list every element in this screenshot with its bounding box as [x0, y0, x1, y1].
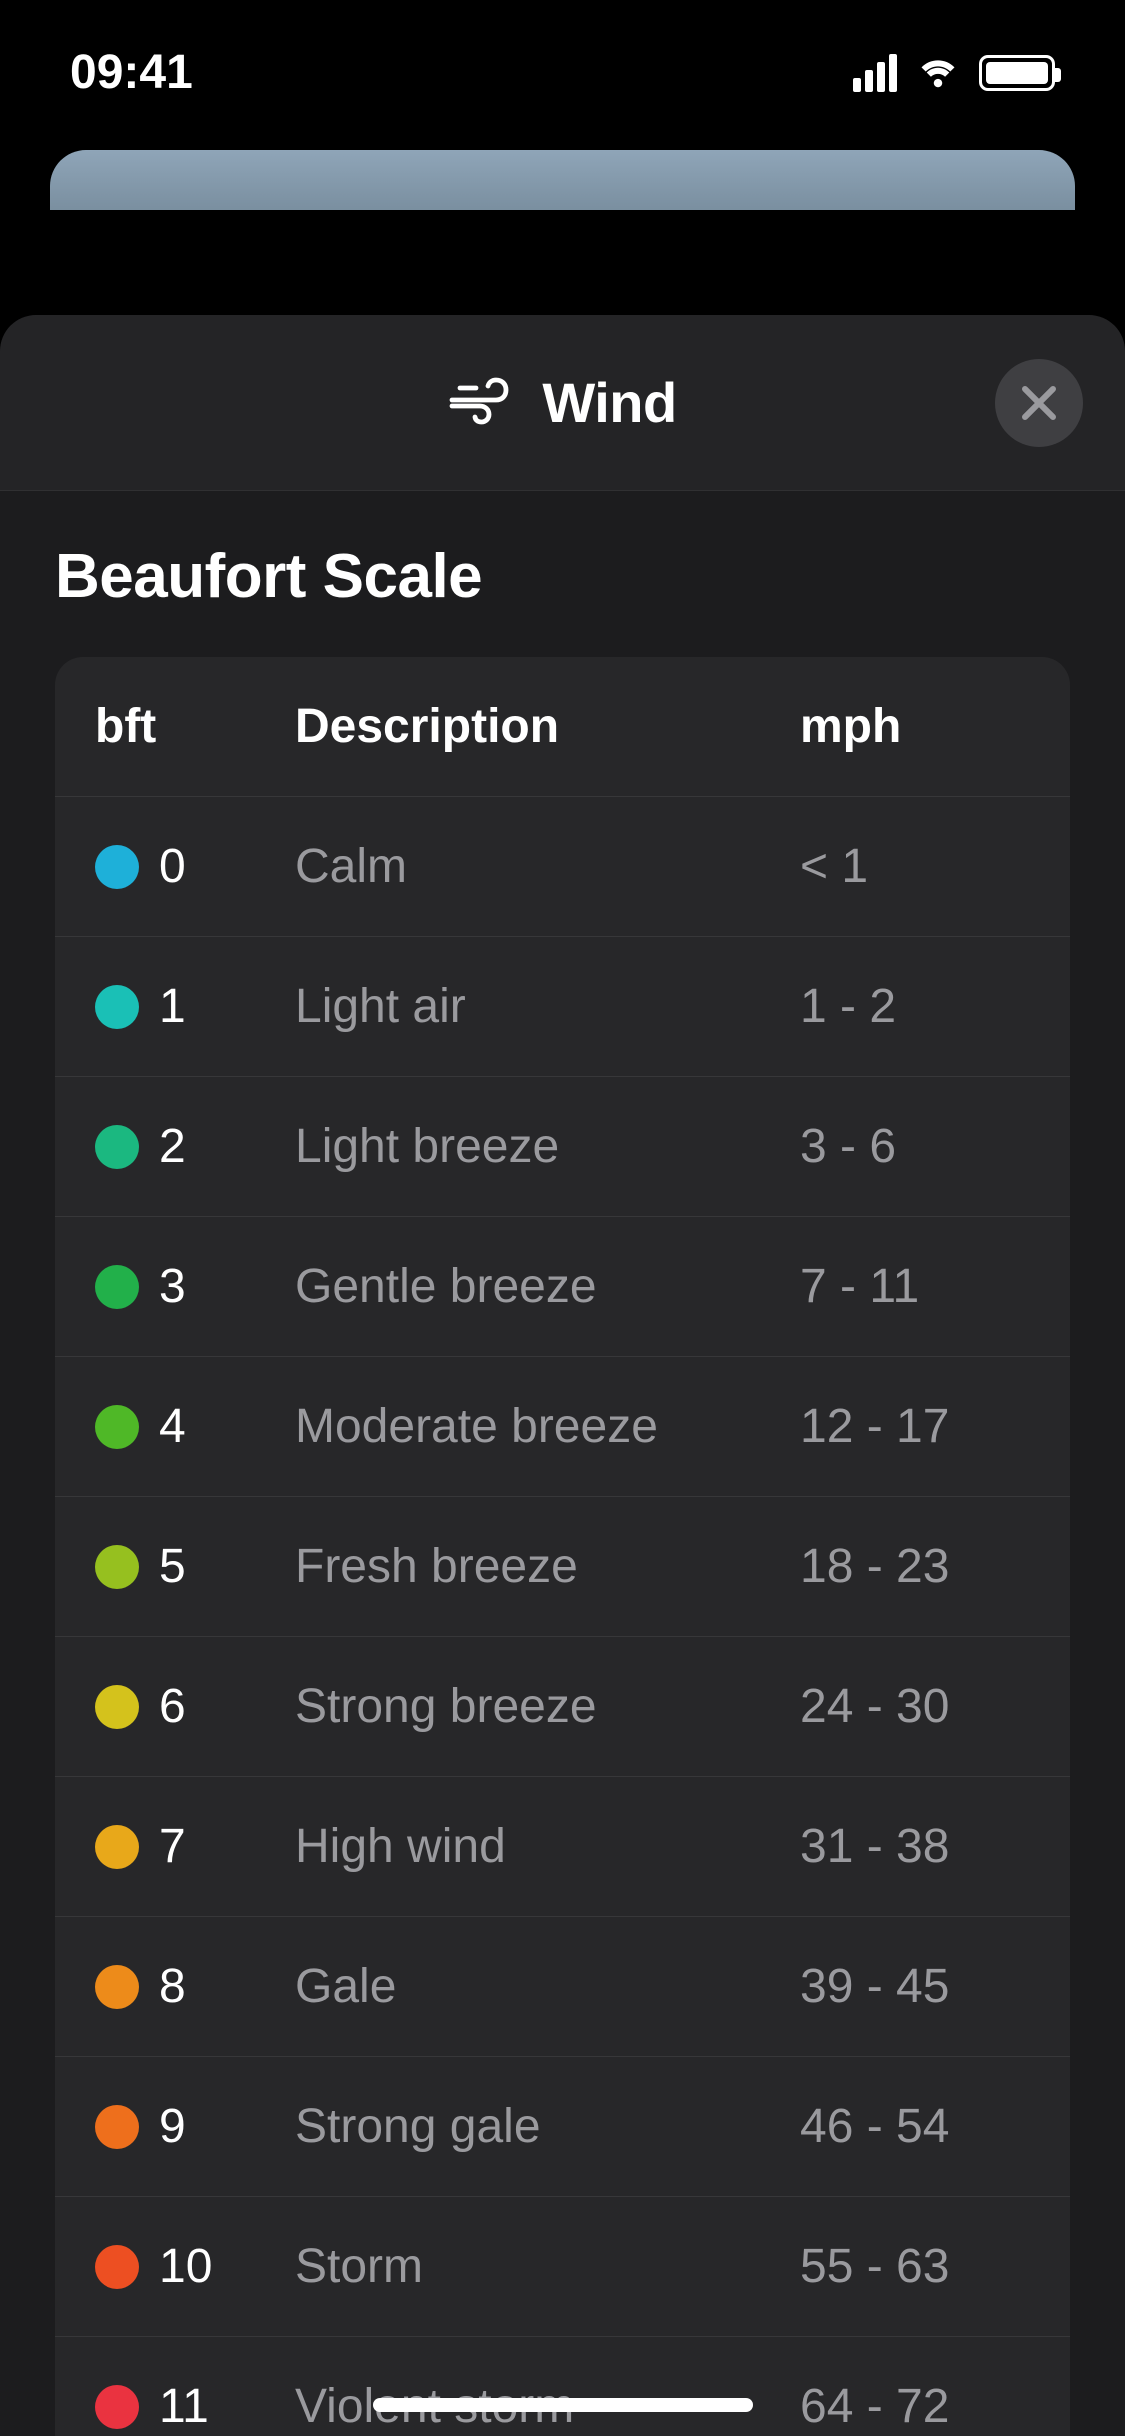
bft-number: 0	[159, 839, 186, 894]
wifi-icon	[915, 45, 961, 100]
status-indicators	[853, 45, 1055, 100]
cell-bft: 9	[95, 2099, 295, 2154]
wind-icon	[448, 374, 520, 431]
table-row: 1 Light air1 - 2	[55, 937, 1070, 1077]
sheet-content[interactable]: Beaufort Scale bft Description mph 0 Calm…	[0, 491, 1125, 2436]
color-dot-icon	[95, 1965, 139, 2009]
cell-mph: 1 - 2	[800, 979, 1030, 1034]
cell-description: Light breeze	[295, 1119, 800, 1174]
color-dot-icon	[95, 1545, 139, 1589]
cell-mph: 12 - 17	[800, 1399, 1030, 1454]
table-row: 8 Gale39 - 45	[55, 1917, 1070, 2057]
sheet-title: Wind	[542, 370, 676, 435]
table-header-row: bft Description mph	[55, 657, 1070, 797]
table-row: 3 Gentle breeze7 - 11	[55, 1217, 1070, 1357]
color-dot-icon	[95, 1265, 139, 1309]
cell-bft: 8	[95, 1959, 295, 2014]
bft-number: 1	[159, 979, 186, 1034]
bft-number: 2	[159, 1119, 186, 1174]
background-card-peek	[50, 150, 1075, 210]
table-row: 2 Light breeze3 - 6	[55, 1077, 1070, 1217]
close-icon	[1019, 383, 1059, 423]
color-dot-icon	[95, 2105, 139, 2149]
cell-description: Moderate breeze	[295, 1399, 800, 1454]
table-row: 10 Storm55 - 63	[55, 2197, 1070, 2337]
color-dot-icon	[95, 1125, 139, 1169]
cell-bft: 0	[95, 839, 295, 894]
table-row: 0 Calm< 1	[55, 797, 1070, 937]
color-dot-icon	[95, 1405, 139, 1449]
cell-bft: 7	[95, 1819, 295, 1874]
table-header-desc: Description	[295, 699, 800, 754]
status-bar: 09:41	[0, 0, 1125, 130]
bft-number: 4	[159, 1399, 186, 1454]
cell-mph: 7 - 11	[800, 1259, 1030, 1314]
cell-bft: 10	[95, 2239, 295, 2294]
cell-mph: 39 - 45	[800, 1959, 1030, 2014]
cell-bft: 4	[95, 1399, 295, 1454]
color-dot-icon	[95, 2385, 139, 2429]
color-dot-icon	[95, 1825, 139, 1869]
cell-mph: 18 - 23	[800, 1539, 1030, 1594]
cell-mph: 3 - 6	[800, 1119, 1030, 1174]
cell-description: Light air	[295, 979, 800, 1034]
cell-mph: < 1	[800, 839, 1030, 894]
bft-number: 3	[159, 1259, 186, 1314]
cell-description: Gale	[295, 1959, 800, 2014]
cell-bft: 5	[95, 1539, 295, 1594]
table-row: 11Violent storm64 - 72	[55, 2337, 1070, 2436]
table-row: 6 Strong breeze24 - 30	[55, 1637, 1070, 1777]
table-row: 9 Strong gale46 - 54	[55, 2057, 1070, 2197]
cell-description: Gentle breeze	[295, 1259, 800, 1314]
cell-description: Fresh breeze	[295, 1539, 800, 1594]
home-indicator[interactable]	[373, 2398, 753, 2412]
bft-number: 10	[159, 2239, 212, 2294]
battery-icon	[979, 55, 1055, 91]
color-dot-icon	[95, 985, 139, 1029]
table-row: 5 Fresh breeze18 - 23	[55, 1497, 1070, 1637]
close-button[interactable]	[995, 359, 1083, 447]
sheet-header: Wind	[0, 315, 1125, 491]
table-header-bft: bft	[95, 699, 295, 754]
cell-bft: 2	[95, 1119, 295, 1174]
bft-number: 9	[159, 2099, 186, 2154]
signal-icon	[853, 54, 897, 92]
status-time: 09:41	[70, 45, 193, 100]
cell-description: Calm	[295, 839, 800, 894]
cell-description: High wind	[295, 1819, 800, 1874]
table-row: 7 High wind31 - 38	[55, 1777, 1070, 1917]
cell-mph: 55 - 63	[800, 2239, 1030, 2294]
color-dot-icon	[95, 845, 139, 889]
cell-mph: 64 - 72	[800, 2379, 1030, 2434]
cell-bft: 11	[95, 2379, 295, 2434]
bft-number: 6	[159, 1679, 186, 1734]
section-title: Beaufort Scale	[55, 541, 1070, 612]
cell-description: Strong gale	[295, 2099, 800, 2154]
bft-number: 8	[159, 1959, 186, 2014]
cell-bft: 3	[95, 1259, 295, 1314]
beaufort-table: bft Description mph 0 Calm< 1 1 Light air1 …	[55, 657, 1070, 2436]
color-dot-icon	[95, 2245, 139, 2289]
wind-sheet: Wind Beaufort Scale bft Description mph …	[0, 315, 1125, 2436]
bft-number: 11	[159, 2379, 209, 2434]
table-row: 4 Moderate breeze12 - 17	[55, 1357, 1070, 1497]
cell-description: Strong breeze	[295, 1679, 800, 1734]
cell-mph: 24 - 30	[800, 1679, 1030, 1734]
cell-description: Storm	[295, 2239, 800, 2294]
bft-number: 7	[159, 1819, 186, 1874]
cell-bft: 6	[95, 1679, 295, 1734]
color-dot-icon	[95, 1685, 139, 1729]
bft-number: 5	[159, 1539, 186, 1594]
table-header-mph: mph	[800, 699, 1030, 754]
cell-bft: 1	[95, 979, 295, 1034]
cell-mph: 46 - 54	[800, 2099, 1030, 2154]
cell-mph: 31 - 38	[800, 1819, 1030, 1874]
